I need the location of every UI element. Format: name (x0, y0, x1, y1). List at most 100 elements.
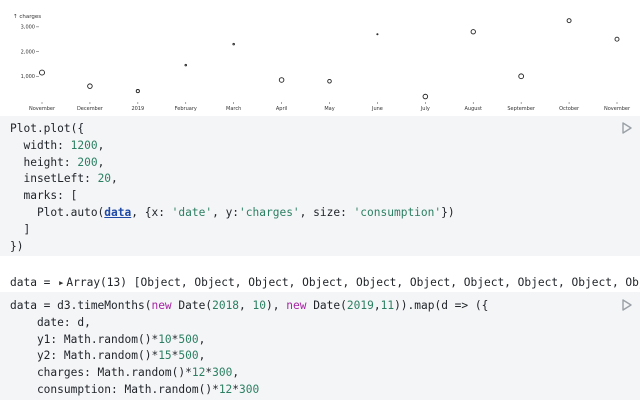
code-token: width: (10, 138, 71, 152)
data-point (566, 18, 572, 24)
code-token: data = d3.timeMonths( (10, 299, 152, 312)
data-output-line: data = ▶ Array(13) [Object, Object, Objec… (10, 274, 640, 291)
data-point (470, 29, 476, 35)
code-token: insetLeft: (10, 172, 98, 186)
y-tick-label: 1,000 (21, 74, 35, 80)
code-token: , (232, 366, 240, 380)
x-tick-label: December (77, 106, 104, 112)
code-token: , {x: (131, 206, 172, 219)
code-token: 'consumption' (353, 206, 442, 219)
data-point (87, 83, 93, 89)
code-line: marks: [ (10, 187, 77, 204)
code-line: insetLeft: 20, (10, 170, 118, 187)
data-point (518, 73, 525, 80)
code-token: , y: (212, 206, 240, 219)
data-point (327, 78, 332, 84)
x-tick-label: August (465, 106, 483, 112)
code-token: 'charges' (239, 206, 300, 219)
code-token: 10 (158, 332, 172, 346)
code-line: ] (10, 221, 30, 238)
code-token: ({ (70, 122, 85, 135)
scatter-plot: ↑ charges 1,000 2,000 3,000 November December… (13, 13, 631, 112)
x-tick-label: November (604, 106, 631, 112)
code-token: , (373, 299, 381, 312)
code-token: Date( (306, 299, 347, 312)
code-token: 300 (212, 366, 233, 380)
code-line: date: d, (10, 314, 91, 331)
x-tick-label: October (559, 106, 580, 112)
x-tick-label: 2019 (131, 106, 144, 112)
data-point (614, 36, 620, 42)
code-token: )).map(d => ({ (394, 299, 489, 312)
y-tick-label: 2,000 (21, 49, 35, 55)
data-point (422, 93, 429, 100)
expand-caret-icon[interactable]: ▶ (59, 275, 63, 292)
code-token: 300 (239, 383, 260, 396)
code-token: 500 (178, 332, 199, 346)
code-token: 2019 (346, 299, 374, 312)
code-token: 11 (380, 299, 395, 312)
code-token: 1200 (70, 138, 98, 152)
code-line: consumption: Math.random()*12*300 (10, 381, 259, 398)
code-token: ), (266, 299, 287, 312)
x-tick-label: April (276, 106, 287, 112)
code-token: , (97, 155, 105, 169)
code-line: Plot.auto(data, {x: 'date', y:'charges',… (10, 204, 455, 221)
code-line: }) (10, 238, 23, 255)
code-token: 12 (191, 366, 206, 380)
code-token: 200 (77, 155, 98, 169)
code-token: Plot.auto( (10, 206, 105, 219)
code-token: , (111, 172, 118, 186)
data-code-cell[interactable]: data = d3.timeMonths(new Date(2018, 10),… (0, 292, 640, 400)
code-token: , (198, 332, 206, 346)
code-token: consumption: Math.random()* (10, 383, 219, 396)
data-point (184, 63, 187, 67)
code-token: , (198, 349, 206, 363)
run-cell-icon[interactable] (622, 299, 632, 311)
code-token: marks: [ (10, 189, 78, 203)
code-token: y2: Math.random()* (10, 349, 159, 363)
code-token: ] (10, 222, 31, 236)
code-token: height: (10, 155, 78, 169)
x-tick-label: March (226, 106, 241, 112)
x-tick-label: November (29, 106, 56, 112)
data-point (278, 77, 285, 83)
code-token: 12 (218, 383, 233, 396)
data-point (376, 33, 379, 36)
code-token: 500 (178, 349, 199, 363)
output-summary: Array(13) [Object, Object, Object, Objec… (66, 276, 640, 289)
code-token: 'date' (171, 206, 213, 219)
code-token: }) (441, 206, 455, 219)
code-token: y1: Math.random()* (10, 332, 159, 346)
code-token: new (151, 299, 172, 312)
x-tick-label: September (507, 106, 536, 112)
code-line: width: 1200, (10, 137, 104, 154)
code-token: }) (10, 239, 24, 253)
code-line: charges: Math.random()*12*300, (10, 364, 239, 381)
data-point (39, 69, 45, 76)
code-token: new (286, 299, 307, 312)
variable-reference[interactable]: data (104, 206, 131, 219)
y-axis-label: ↑ charges (13, 13, 41, 20)
code-token: 15 (158, 349, 172, 363)
code-line: y1: Math.random()*10*500, (10, 331, 205, 348)
output-var-name: data = (10, 276, 58, 289)
code-token: Plot.plot (10, 122, 71, 135)
code-token: , (97, 138, 105, 152)
data-point (135, 89, 140, 94)
code-token: charges: Math.random()* (10, 366, 192, 380)
code-line: height: 200, (10, 154, 104, 171)
x-tick-label: July (420, 106, 430, 112)
plot-code-cell[interactable]: Plot.plot({ width: 1200, height: 200, in… (0, 116, 640, 256)
chart-output: ↑ charges 1,000 2,000 3,000 November December… (0, 0, 640, 116)
run-cell-icon[interactable] (622, 122, 632, 134)
code-token: , size: (299, 206, 354, 219)
code-token: date: d, (10, 315, 91, 329)
code-token: Date( (171, 299, 213, 312)
code-token: 20 (97, 172, 112, 186)
x-tick-label: May (324, 106, 334, 112)
y-tick-label: 3,000 (21, 25, 35, 31)
code-line: data = d3.timeMonths(new Date(2018, 10),… (10, 297, 488, 314)
x-tick-label: February (175, 106, 197, 112)
code-line: y2: Math.random()*15*500, (10, 347, 205, 364)
